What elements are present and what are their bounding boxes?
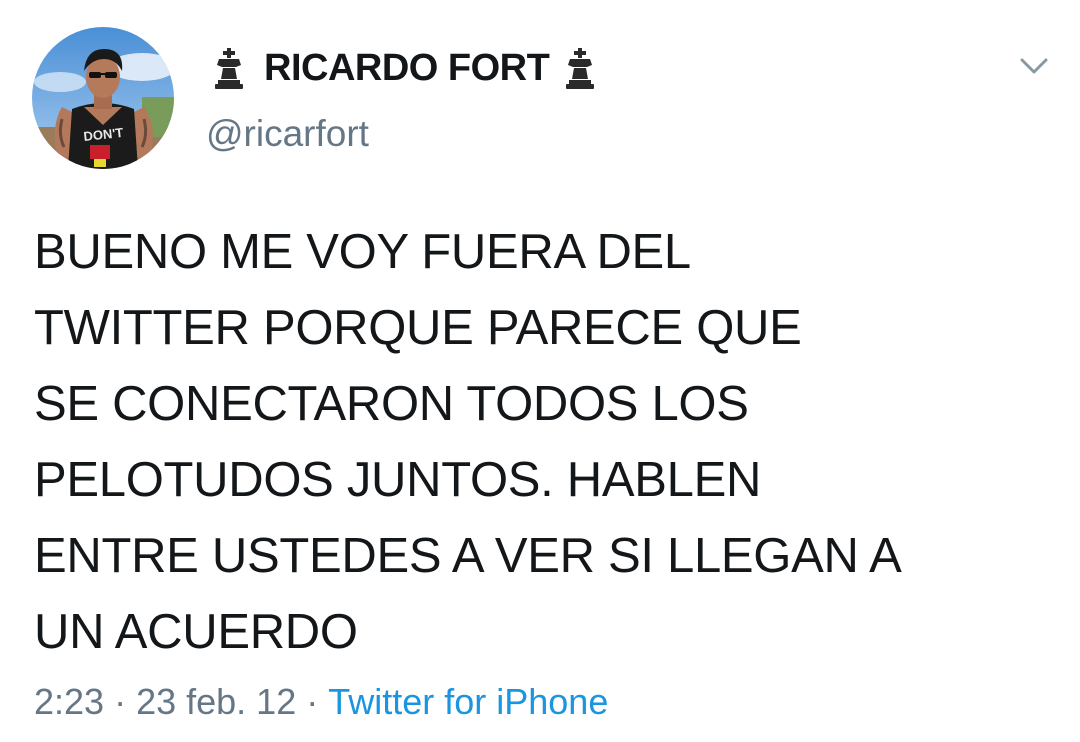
chevron-down-icon[interactable]: [1014, 50, 1054, 82]
tweet-date[interactable]: 23 feb. 12: [136, 681, 296, 722]
chess-king-icon: [212, 47, 246, 89]
tweet-metadata: 2:23 · 23 feb. 12 · Twitter for iPhone: [34, 678, 608, 726]
tweet-text-line: UN ACUERDO: [34, 605, 358, 659]
tweet-text-line: SE CONECTARON TODOS LOS: [34, 377, 749, 431]
tweet-text-line: BUENO ME VOY FUERA DEL: [34, 225, 691, 279]
tweet-text-line: PELOTUDOS JUNTOS. HABLEN: [34, 453, 762, 507]
author-name-row[interactable]: RICARDO FORT: [212, 44, 597, 92]
tweet-source-link[interactable]: Twitter for iPhone: [328, 681, 608, 722]
separator: ·: [114, 681, 127, 722]
author-display-name: RICARDO FORT: [264, 47, 550, 89]
avatar-photo: DON'T: [32, 27, 174, 169]
tweet-card: DON'T RICARDO FORT @ricarfort BUENO ME V…: [0, 0, 1080, 742]
tweet-text-line: TWITTER PORQUE PARECE QUE: [34, 301, 802, 355]
author-handle[interactable]: @ricarfort: [206, 110, 369, 158]
separator: ·: [306, 681, 319, 722]
avatar[interactable]: DON'T: [32, 27, 174, 169]
chess-king-icon: [563, 47, 597, 89]
tweet-text: BUENO ME VOY FUERA DEL TWITTER PORQUE PA…: [34, 214, 1054, 670]
tweet-time[interactable]: 2:23: [34, 681, 104, 722]
tweet-text-line: ENTRE USTEDES A VER SI LLEGAN A: [34, 529, 902, 583]
